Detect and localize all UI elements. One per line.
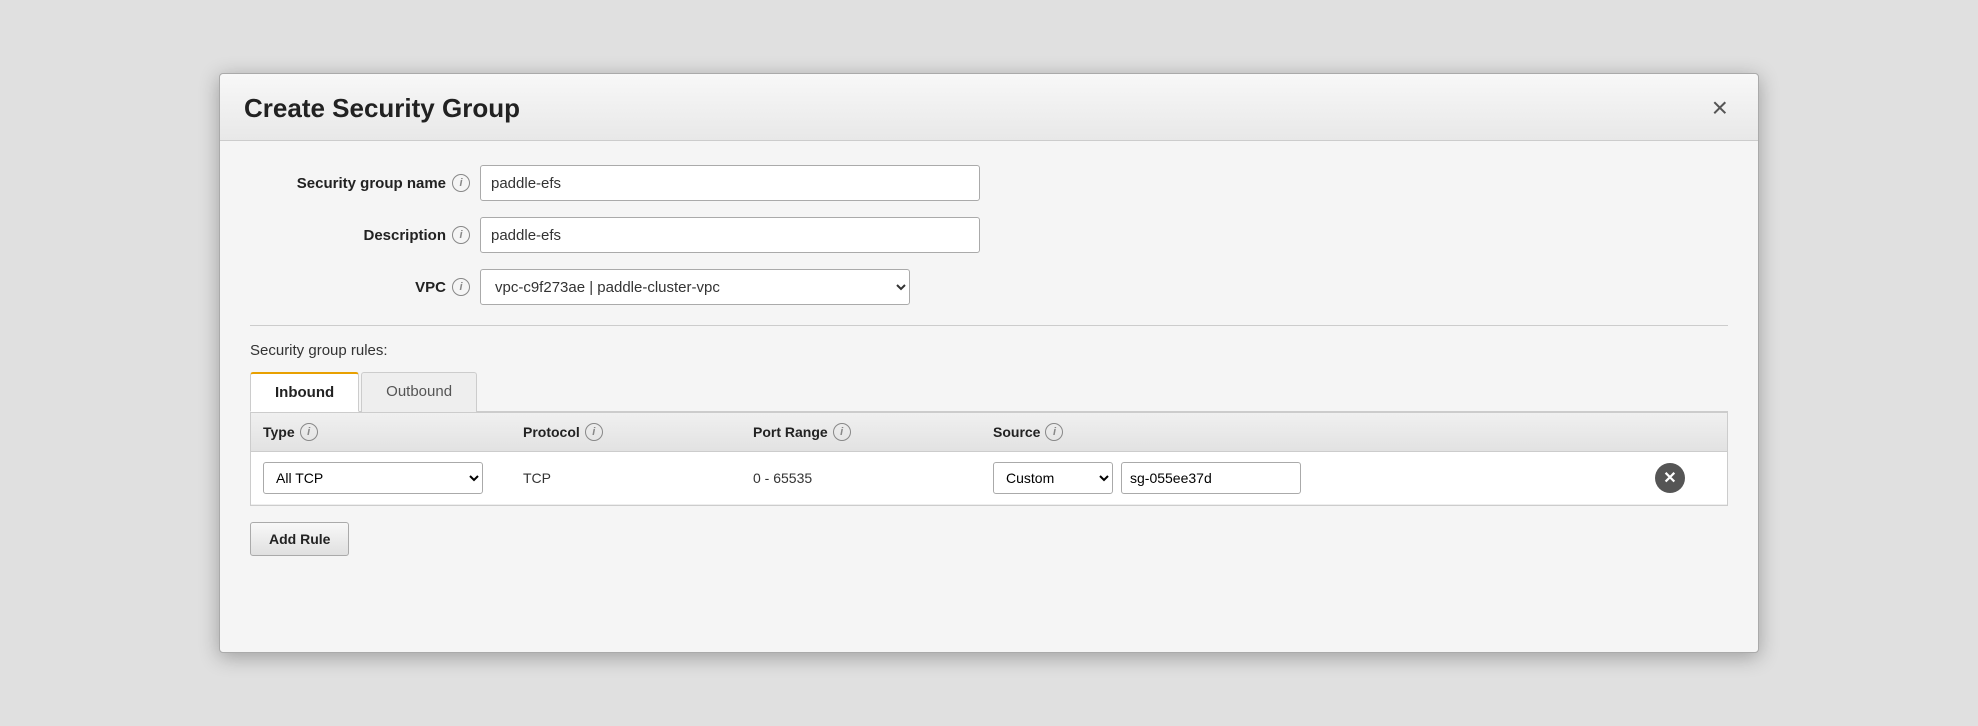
description-input[interactable] xyxy=(480,217,980,253)
add-rule-button[interactable]: Add Rule xyxy=(250,522,349,556)
name-input[interactable] xyxy=(480,165,980,201)
source-type-select[interactable]: Custom xyxy=(993,462,1113,494)
header-port-range: Port Range i xyxy=(753,423,993,441)
port-info-icon: i xyxy=(833,423,851,441)
vpc-row: VPC i vpc-c9f273ae | paddle-cluster-vpc xyxy=(250,269,1728,305)
source-cell: Custom xyxy=(993,462,1655,494)
tabs: Inbound Outbound xyxy=(250,371,1728,412)
type-select[interactable]: All TCP xyxy=(263,462,483,494)
section-divider xyxy=(250,325,1728,326)
source-cell-inner: Custom xyxy=(993,462,1301,494)
protocol-info-icon: i xyxy=(585,423,603,441)
create-security-group-dialog: Create Security Group × Security group n… xyxy=(219,73,1759,653)
form-section: Security group name i Description i VPC … xyxy=(250,165,1728,305)
vpc-select[interactable]: vpc-c9f273ae | paddle-cluster-vpc xyxy=(480,269,910,305)
close-button[interactable]: × xyxy=(1706,92,1734,124)
table-header: Type i Protocol i Port Range i Source i xyxy=(251,413,1727,452)
type-info-icon: i xyxy=(300,423,318,441)
header-type: Type i xyxy=(263,423,523,441)
name-row: Security group name i xyxy=(250,165,1728,201)
header-actions xyxy=(1655,423,1715,441)
description-info-icon: i xyxy=(452,226,470,244)
tabs-container: Inbound Outbound Type i Protocol i xyxy=(250,371,1728,506)
delete-icon: ✕ xyxy=(1663,468,1676,488)
name-label: Security group name i xyxy=(250,174,470,192)
vpc-info-icon: i xyxy=(452,278,470,296)
type-cell: All TCP xyxy=(263,462,523,494)
dialog-header: Create Security Group × xyxy=(220,74,1758,141)
table-row: All TCP TCP 0 - 65535 Custom xyxy=(251,452,1727,505)
delete-cell: ✕ xyxy=(1655,463,1715,493)
tab-inbound[interactable]: Inbound xyxy=(250,372,359,412)
dialog-body: Security group name i Description i VPC … xyxy=(220,141,1758,586)
name-info-icon: i xyxy=(452,174,470,192)
source-value-input[interactable] xyxy=(1121,462,1301,494)
rules-label: Security group rules: xyxy=(250,342,1728,359)
rules-table: Type i Protocol i Port Range i Source i xyxy=(250,412,1728,506)
dialog-title: Create Security Group xyxy=(244,93,520,124)
description-label: Description i xyxy=(250,226,470,244)
description-row: Description i xyxy=(250,217,1728,253)
tab-outbound[interactable]: Outbound xyxy=(361,372,477,412)
protocol-cell: TCP xyxy=(523,470,753,486)
delete-row-button[interactable]: ✕ xyxy=(1655,463,1685,493)
header-source: Source i xyxy=(993,423,1655,441)
vpc-label: VPC i xyxy=(250,278,470,296)
port-range-cell: 0 - 65535 xyxy=(753,470,993,486)
source-info-icon: i xyxy=(1045,423,1063,441)
header-protocol: Protocol i xyxy=(523,423,753,441)
